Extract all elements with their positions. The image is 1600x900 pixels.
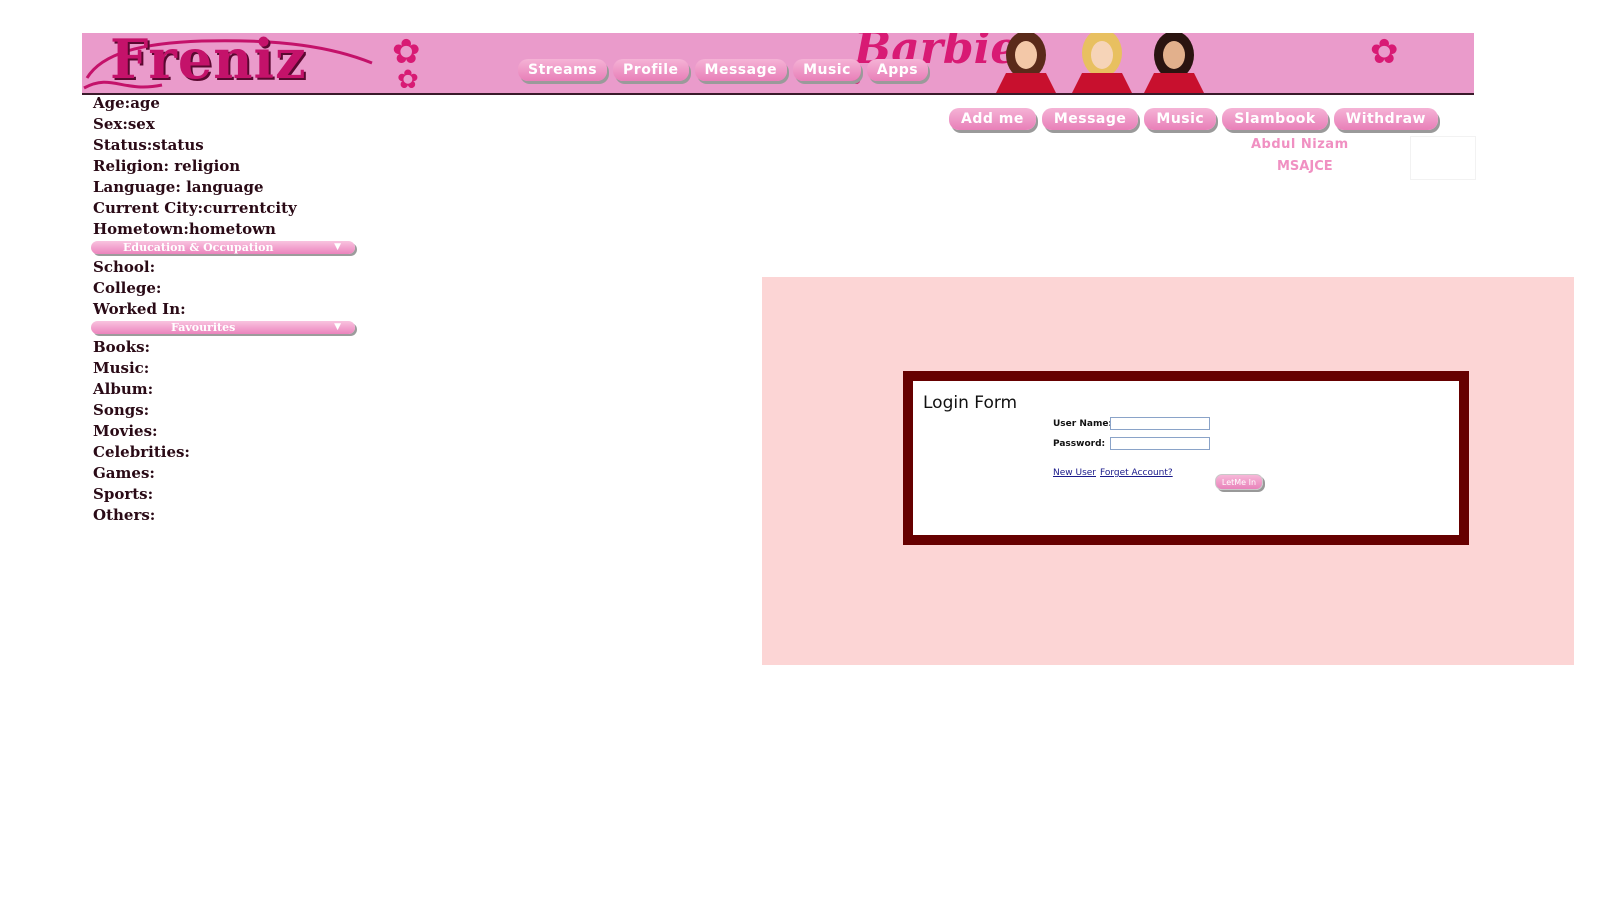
profile-school: School: — [93, 258, 156, 276]
add-me-button[interactable]: Add me — [949, 108, 1036, 130]
username-label: User Name: — [1053, 419, 1113, 429]
profile-others: Others: — [93, 506, 156, 524]
username-input[interactable] — [1110, 417, 1210, 430]
new-user-link[interactable]: New User — [1053, 468, 1096, 478]
profile-actions: Add me Message Music Slambook Withdraw — [949, 108, 1438, 130]
favourites-section-label: Favourites — [171, 321, 236, 334]
flower-icon: ✿ — [397, 65, 419, 95]
password-input[interactable] — [1110, 437, 1210, 450]
favourites-section-toggle[interactable]: Favourites ▼ — [91, 321, 355, 334]
education-section-toggle[interactable]: Education & Occupation ▼ — [91, 241, 355, 254]
header-banner: Freniz ✿ ✿ ✿ ✿ Barbie Streams Profile Me… — [82, 33, 1474, 95]
main-nav: Streams Profile Message Music Apps — [518, 59, 929, 81]
dropdown-arrow-icon: ▼ — [334, 322, 341, 332]
nav-apps[interactable]: Apps — [866, 59, 929, 81]
profile-hometown: Hometown:hometown — [93, 220, 276, 238]
profile-movies: Movies: — [93, 422, 158, 440]
nav-message[interactable]: Message — [694, 59, 788, 81]
profile-language: Language: language — [93, 178, 264, 196]
nav-music[interactable]: Music — [793, 59, 861, 81]
profile-picture-placeholder — [1410, 136, 1476, 180]
dropdown-arrow-icon: ▼ — [334, 242, 341, 252]
profile-songs: Songs: — [93, 401, 150, 419]
forget-account-link[interactable]: Forget Account? — [1100, 468, 1173, 478]
profile-info: Age:age Sex:sex Status:status Religion: … — [91, 93, 393, 526]
profile-religion: Religion: religion — [93, 157, 241, 175]
profile-album: Album: — [93, 380, 154, 398]
profile-sports: Sports: — [93, 485, 154, 503]
profile-celebrities: Celebrities: — [93, 443, 190, 461]
profile-worked-in: Worked In: — [93, 300, 186, 318]
profile-college: College: — [93, 279, 162, 297]
password-label: Password: — [1053, 439, 1106, 449]
site-logo[interactable]: Freniz — [110, 33, 307, 91]
login-title: Login Form — [923, 393, 1018, 413]
profile-music: Music: — [93, 359, 150, 377]
message-button[interactable]: Message — [1041, 108, 1139, 130]
user-name[interactable]: Abdul Nizam — [1251, 137, 1349, 152]
profile-games: Games: — [93, 464, 155, 482]
user-org: MSAJCE — [1277, 159, 1333, 174]
music-button[interactable]: Music — [1144, 108, 1217, 130]
nav-profile[interactable]: Profile — [613, 59, 689, 81]
education-section-label: Education & Occupation — [123, 241, 274, 254]
dolls-image — [996, 33, 1204, 93]
profile-books: Books: — [93, 338, 151, 356]
login-form-frame: Login Form User Name: Password: New User… — [903, 371, 1469, 545]
flower-icon: ✿ — [392, 33, 421, 72]
nav-streams[interactable]: Streams — [518, 59, 608, 81]
profile-current-city: Current City:currentcity — [93, 199, 297, 217]
profile-sex: Sex:sex — [93, 115, 155, 133]
flower-icon: ✿ — [1370, 33, 1399, 72]
login-form: Login Form User Name: Password: New User… — [913, 381, 1459, 535]
profile-age: Age:age — [93, 94, 160, 112]
slambook-button[interactable]: Slambook — [1222, 108, 1328, 130]
profile-status: Status:status — [93, 136, 204, 154]
login-submit-button[interactable]: LetMe In — [1215, 474, 1263, 490]
withdraw-button[interactable]: Withdraw — [1333, 108, 1438, 130]
